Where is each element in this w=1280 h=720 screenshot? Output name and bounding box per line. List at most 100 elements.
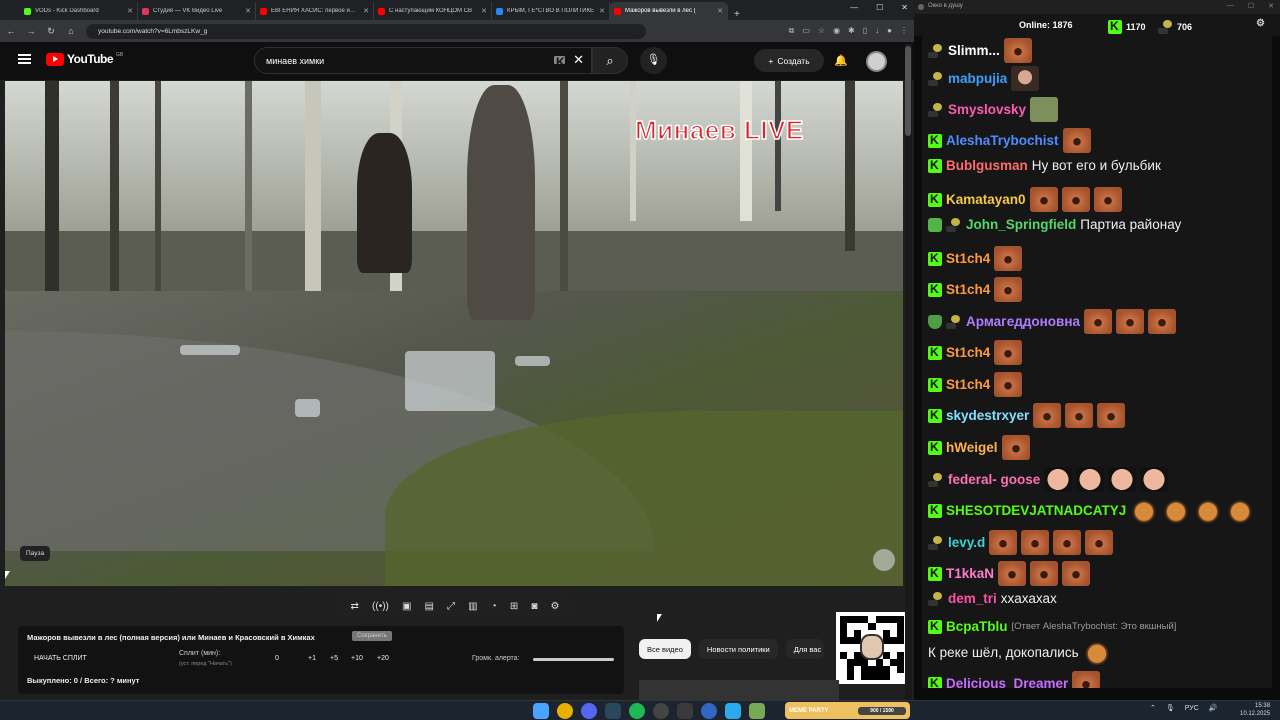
add-clip-icon[interactable]: ⊞ (510, 601, 518, 612)
chat-settings-icon[interactable]: ⚙ (1256, 18, 1265, 29)
discord-icon[interactable] (581, 703, 597, 719)
create-button[interactable]: + Создать (754, 49, 824, 72)
speed-icon[interactable]: ◔ (491, 601, 497, 612)
new-tab-button[interactable]: + (728, 9, 746, 20)
chat-message[interactable]: levy.d (928, 530, 1114, 555)
video-player[interactable]: Минаев LIVE Пауза (5, 81, 903, 586)
tab-close-icon[interactable]: ✕ (363, 7, 369, 15)
chat-message[interactable]: mabpujia (928, 66, 1040, 91)
steam-icon[interactable] (605, 703, 621, 719)
maximize-icon[interactable]: ☐ (1248, 2, 1254, 10)
notifications-bell-icon[interactable]: 🔔 (834, 54, 848, 67)
tab-1[interactable]: Студия — VK Видео Live ✕ (138, 2, 256, 20)
hamburger-menu-icon[interactable] (18, 54, 31, 64)
increment-5-button[interactable]: +5 (330, 655, 338, 662)
chat-message[interactable]: dem_tri хxахахах (928, 591, 1057, 606)
translate-icon[interactable]: ⧉ (789, 26, 795, 36)
meme-party-widget[interactable]: MEME PARTY 900 / 1590 (785, 702, 910, 719)
minimize-icon[interactable]: — (1227, 2, 1234, 10)
chip-for-you[interactable]: Для вас (785, 639, 824, 659)
start-split-button[interactable]: НАЧАТЬ СПЛИТ (34, 655, 87, 662)
chat-username[interactable]: Slimm... (948, 43, 1000, 58)
camera-icon[interactable]: ◙ (531, 601, 537, 612)
chat-username[interactable]: Bublgusman (946, 158, 1028, 173)
chat-message[interactable]: John_Springfield Партиа районау (928, 217, 1181, 232)
extension-icon[interactable]: ◉ (833, 26, 840, 36)
tab-5[interactable]: Мажоров вывезли в лес (✕ (610, 2, 728, 20)
chat-username[interactable]: AleshaTrybochist (946, 133, 1059, 148)
app-icon[interactable] (749, 703, 765, 719)
alert-volume-slider[interactable] (533, 658, 614, 661)
search-button[interactable]: ⌕ (592, 47, 628, 74)
clapper-icon[interactable]: ▤ (425, 601, 434, 612)
chat-message[interactable]: Армагеддоновна (928, 309, 1177, 334)
scrollbar[interactable] (905, 44, 912, 700)
split-value[interactable]: 0 (275, 655, 279, 662)
settings-gear-icon[interactable]: ⚙ (550, 601, 559, 612)
tab-0[interactable]: VODs - Kick Dashboard ✕ (20, 2, 138, 20)
telegram-icon[interactable] (725, 703, 741, 719)
chat-username[interactable]: mabpujia (948, 71, 1007, 86)
chat-message[interactable]: St1ch4 (928, 372, 1023, 397)
chat-message[interactable]: hWeigel (928, 435, 1030, 460)
avatar[interactable] (866, 51, 887, 72)
tab-4[interactable]: КРЫМ, ГЕ*СТВО В ПОЛИТИКЕ ✕ (492, 2, 610, 20)
chat-message[interactable]: skydestrxyer (928, 403, 1126, 428)
obs-icon[interactable] (653, 703, 669, 719)
chat-message[interactable]: St1ch4 (928, 340, 1023, 365)
chat-username[interactable]: Delicious_Dreamer (946, 676, 1068, 688)
chat-message[interactable]: SHESOTDEVJATNADCATYJ (928, 498, 1255, 523)
volume-icon[interactable]: 🔊 (1209, 704, 1218, 712)
stream-icon[interactable]: ((•)) (372, 601, 389, 612)
chat-username[interactable]: skydestrxyer (946, 408, 1029, 423)
chat-message-list[interactable]: Slimm... mabpujia Smyslovsky AleshaTrybochi… (922, 36, 1272, 688)
increment-1-button[interactable]: +1 (308, 655, 316, 662)
media-player-icon[interactable] (701, 703, 717, 719)
close-icon[interactable]: ✕ (901, 3, 908, 12)
loop-icon[interactable]: ⇄ (351, 601, 359, 612)
chat-username[interactable]: T1kkaN (946, 566, 994, 581)
chat-message[interactable]: T1kkaN (928, 561, 1091, 586)
chat-message[interactable]: BublgusmanНу вот его и бульбик (928, 158, 1161, 173)
bookmark-star-icon[interactable]: ☆ (818, 26, 825, 36)
chat-message[interactable]: Delicious_Dreamer (928, 671, 1101, 688)
chat-message[interactable]: federal- goose (928, 467, 1169, 492)
url-field[interactable]: youtube.com/watch?v=6LmbszLKw_g (86, 23, 646, 39)
increment-10-button[interactable]: +10 (351, 655, 363, 662)
video-thumbnail[interactable] (639, 680, 839, 700)
sidepanel-icon[interactable]: ▯ (863, 26, 867, 36)
download-icon[interactable]: ↓ (875, 26, 879, 36)
chrome-icon[interactable] (557, 703, 573, 719)
chat-message[interactable]: Kamatayan0 (928, 187, 1122, 212)
chat-username[interactable]: dem_tri (948, 591, 997, 606)
tab-close-icon[interactable]: ✕ (127, 7, 133, 15)
tab-close-icon[interactable]: ✕ (717, 7, 723, 15)
increment-20-button[interactable]: +20 (377, 655, 389, 662)
start-icon[interactable] (533, 703, 549, 719)
reload-icon[interactable]: ↻ (46, 26, 56, 37)
chat-username[interactable]: Kamatayan0 (946, 192, 1026, 207)
maximize-icon[interactable]: ☐ (876, 3, 883, 12)
chat-username[interactable]: levy.d (948, 535, 985, 550)
tab-close-icon[interactable]: ✕ (245, 7, 251, 15)
puzzle-icon[interactable]: ✱ (848, 26, 855, 36)
minimize-icon[interactable]: — (850, 3, 858, 12)
profile-icon[interactable]: ● (887, 26, 892, 36)
search-input[interactable]: минаев химки ✕ (254, 47, 592, 74)
clear-search-icon[interactable]: ✕ (573, 52, 584, 68)
chip-all-videos[interactable]: Все видео (639, 639, 691, 659)
expand-icon[interactable]: ⤢ (447, 601, 455, 612)
mic-icon[interactable]: 🎙 (1166, 704, 1175, 712)
chip-politics-news[interactable]: Новости политики (698, 639, 778, 659)
chat-message[interactable]: Smyslovsky (928, 97, 1059, 122)
chat-message[interactable]: St1ch4 (928, 246, 1023, 271)
chat-username[interactable]: St1ch4 (946, 377, 990, 392)
screen-icon[interactable]: ▣ (402, 601, 411, 612)
cast-icon[interactable]: ▭ (802, 26, 810, 36)
close-icon[interactable]: ✕ (1268, 2, 1274, 10)
youtube-logo[interactable]: YouTube GB (46, 52, 123, 66)
keyboard-icon[interactable] (554, 55, 565, 69)
chat-message[interactable]: Slimm... (928, 38, 1032, 63)
chat-username[interactable]: St1ch4 (946, 282, 990, 297)
forward-icon[interactable]: → (26, 26, 36, 36)
